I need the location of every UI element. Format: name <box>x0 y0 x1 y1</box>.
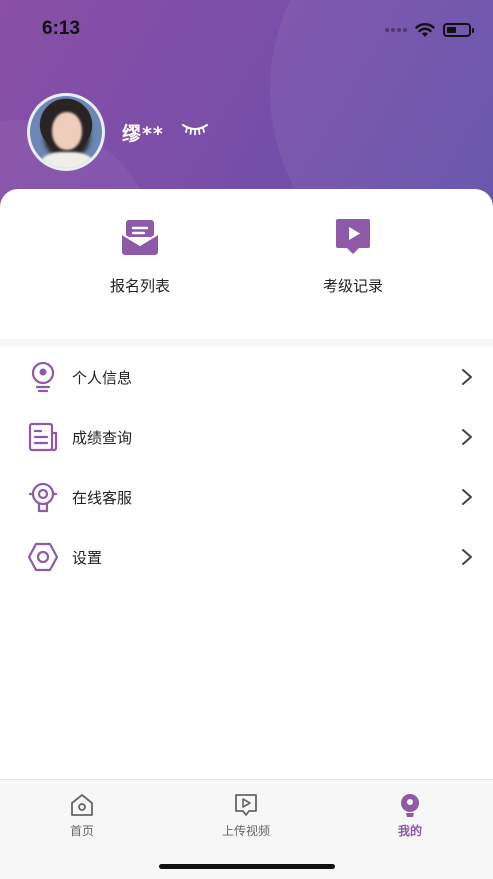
person-info-icon <box>31 361 55 393</box>
quick-action-signup-list[interactable]: 报名列表 <box>70 217 210 296</box>
menu-item-label: 在线客服 <box>72 488 133 507</box>
avatar[interactable] <box>27 93 105 171</box>
upload-video-icon <box>235 794 257 816</box>
tab-label: 上传视频 <box>221 824 270 838</box>
menu-item-score-query[interactable]: 成绩查询 <box>0 407 493 467</box>
envelope-list-icon <box>121 220 159 255</box>
tab-label: 首页 <box>69 824 94 838</box>
menu-item-customer-service[interactable]: 在线客服 <box>0 467 493 527</box>
quick-actions-card: 报名列表 考级记录 <box>0 189 493 339</box>
video-record-icon <box>336 219 370 254</box>
tab-home[interactable]: 首页 <box>32 792 132 839</box>
menu-item-label: 成绩查询 <box>72 428 133 447</box>
tab-upload-video[interactable]: 上传视频 <box>196 792 296 839</box>
wifi-icon <box>415 23 435 37</box>
chevron-right-icon <box>462 369 472 385</box>
settings-icon <box>27 542 59 572</box>
quick-action-exam-record[interactable]: 考级记录 <box>283 217 423 296</box>
document-score-icon <box>28 422 58 452</box>
chevron-right-icon <box>462 429 472 445</box>
section-divider <box>0 339 493 347</box>
customer-service-icon <box>28 482 58 513</box>
chevron-right-icon <box>462 489 472 505</box>
eye-closed-icon[interactable] <box>181 121 209 137</box>
chevron-right-icon <box>462 549 472 565</box>
username: 缪** <box>122 123 164 145</box>
signal-icon <box>385 28 407 32</box>
home-indicator[interactable] <box>159 864 335 869</box>
quick-action-label: 考级记录 <box>322 277 383 295</box>
tab-mine[interactable]: 我的 <box>360 792 460 839</box>
battery-icon <box>443 23 474 37</box>
menu-item-settings[interactable]: 设置 <box>0 527 493 587</box>
quick-action-label: 报名列表 <box>109 277 170 295</box>
tab-label: 我的 <box>397 824 422 838</box>
menu-item-label: 个人信息 <box>72 368 133 387</box>
status-time: 6:13 <box>42 18 81 39</box>
profile-icon <box>401 794 419 817</box>
menu-item-label: 设置 <box>72 548 103 567</box>
menu-item-personal-info[interactable]: 个人信息 <box>0 347 493 407</box>
status-icons <box>385 20 474 40</box>
settings-menu: 个人信息 成绩查询 在线客服 设置 <box>0 347 493 587</box>
home-icon <box>71 794 93 816</box>
